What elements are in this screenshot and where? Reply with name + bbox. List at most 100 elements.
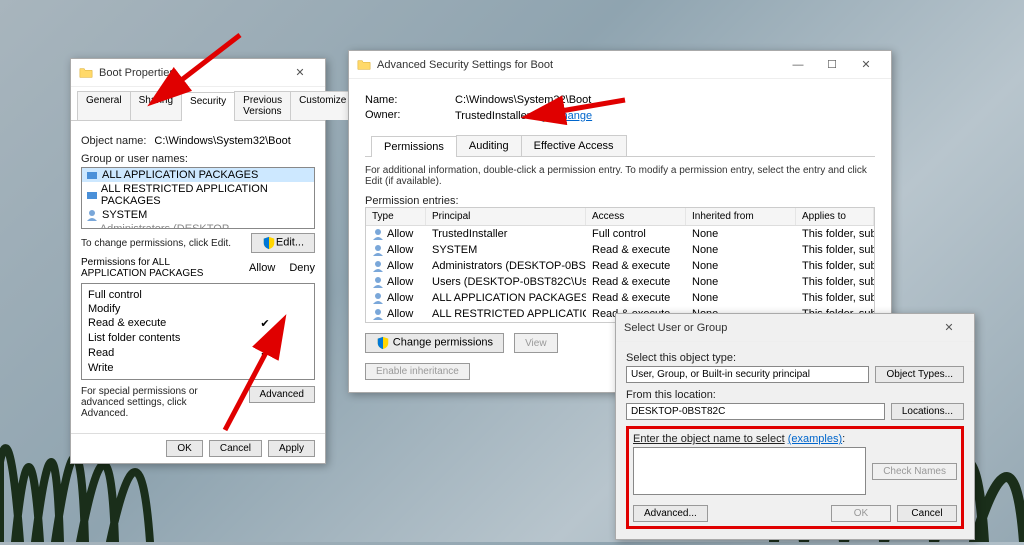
name-value: C:\Windows\System32\Boot <box>455 94 875 106</box>
enable-inheritance-button[interactable]: Enable inheritance <box>365 363 470 380</box>
change-link[interactable]: Change <box>554 110 593 122</box>
perm-name: Read & execute <box>86 316 250 331</box>
object-type-label: Select this object type: <box>626 352 964 364</box>
perm-header-label: Permissions for ALL APPLICATION PACKAGES <box>81 257 221 279</box>
allow-check: ✔ <box>250 331 280 346</box>
tab-security[interactable]: Security <box>181 92 235 121</box>
package-icon <box>86 169 98 181</box>
locations-button[interactable]: Locations... <box>891 403 964 420</box>
shield-icon <box>376 336 390 350</box>
shield-icon <box>537 109 551 123</box>
deny-check <box>280 302 310 316</box>
minimize-icon[interactable]: — <box>781 54 815 76</box>
table-row[interactable]: AllowALL APPLICATION PACKAGESRead & exec… <box>366 290 874 306</box>
advanced-button[interactable]: Advanced... <box>633 505 708 522</box>
deny-check <box>280 361 310 375</box>
deny-check <box>280 346 310 361</box>
object-name-input[interactable] <box>633 447 866 495</box>
person-icon <box>86 209 98 221</box>
permission-entries-table[interactable]: Type Principal Access Inherited from App… <box>365 207 875 323</box>
cancel-button[interactable]: Cancel <box>897 505 957 522</box>
object-types-button[interactable]: Object Types... <box>875 366 964 383</box>
table-row[interactable]: AllowUsers (DESKTOP-0BST82C\Use...Read &… <box>366 274 874 290</box>
allow-check: ✔ <box>250 346 280 361</box>
person-icon <box>372 244 384 256</box>
titlebar[interactable]: Select User or Group ✕ <box>616 314 974 342</box>
examples-link[interactable]: (examples) <box>788 433 842 445</box>
name-label: Name: <box>365 94 455 106</box>
object-name-value: C:\Windows\System32\Boot <box>154 135 290 147</box>
person-icon <box>372 292 384 304</box>
allow-check <box>250 361 280 375</box>
highlighted-area: Enter the object name to select (example… <box>626 426 964 529</box>
allow-check <box>250 288 280 302</box>
group-listbox[interactable]: ALL APPLICATION PACKAGES ALL RESTRICTED … <box>81 167 315 229</box>
object-name-label: Enter the object name to select <box>633 433 785 445</box>
col-type[interactable]: Type <box>366 208 426 225</box>
perm-name: Modify <box>86 302 250 316</box>
change-permissions-button[interactable]: Change permissions <box>365 333 504 353</box>
window-title: Advanced Security Settings for Boot <box>377 59 781 71</box>
col-access[interactable]: Access <box>586 208 686 225</box>
table-row[interactable]: AllowTrustedInstallerFull controlNoneThi… <box>366 226 874 242</box>
select-user-group-window: Select User or Group ✕ Select this objec… <box>615 313 975 540</box>
perm-name: Write <box>86 361 250 375</box>
entries-label: Permission entries: <box>365 195 875 207</box>
tab-permissions[interactable]: Permissions <box>371 136 457 157</box>
tab-general[interactable]: General <box>77 91 131 120</box>
close-icon[interactable]: ✕ <box>283 62 317 84</box>
apply-button[interactable]: Apply <box>268 440 315 457</box>
advanced-hint: For special permissions or advanced sett… <box>81 386 231 419</box>
perm-name: Full control <box>86 288 250 302</box>
close-icon[interactable]: ✕ <box>932 317 966 339</box>
maximize-icon[interactable]: ☐ <box>815 54 849 76</box>
list-item: ALL APPLICATION PACKAGES <box>82 168 314 182</box>
location-label: From this location: <box>626 389 964 401</box>
perm-name: List folder contents <box>86 331 250 346</box>
owner-value: TrustedInstaller Change <box>455 109 875 123</box>
person-icon <box>372 308 384 320</box>
tab-auditing[interactable]: Auditing <box>456 135 522 156</box>
window-title: Boot Properties <box>99 67 283 79</box>
tab-previous-versions[interactable]: Previous Versions <box>234 91 291 120</box>
check-names-button[interactable]: Check Names <box>872 463 957 480</box>
perm-name: Read <box>86 346 250 361</box>
col-applies[interactable]: Applies to <box>796 208 874 225</box>
tab-sharing[interactable]: Sharing <box>130 91 182 120</box>
close-icon[interactable]: ✕ <box>849 54 883 76</box>
deny-check <box>280 316 310 331</box>
person-icon <box>372 260 384 272</box>
hint-text: For additional information, double-click… <box>365 165 875 187</box>
folder-icon <box>79 66 93 80</box>
cancel-button[interactable]: Cancel <box>209 440 262 457</box>
view-button[interactable]: View <box>514 333 558 353</box>
list-item: Administrators (DESKTOP-0BST82C\Administ… <box>82 222 314 229</box>
col-principal[interactable]: Principal <box>426 208 586 225</box>
ok-button[interactable]: OK <box>166 440 202 457</box>
table-row[interactable]: AllowAdministrators (DESKTOP-0BS...Read … <box>366 258 874 274</box>
group-label: Group or user names: <box>81 153 315 165</box>
list-item: SYSTEM <box>82 208 314 222</box>
allow-check: ✔ <box>250 316 280 331</box>
location-field <box>626 403 885 420</box>
change-hint: To change permissions, click Edit. <box>81 238 231 249</box>
person-icon <box>372 228 384 240</box>
edit-button[interactable]: Edit... <box>251 233 315 253</box>
object-name-label: Object name: <box>81 135 146 147</box>
owner-label: Owner: <box>365 109 455 123</box>
titlebar[interactable]: Advanced Security Settings for Boot — ☐ … <box>349 51 891 79</box>
table-row[interactable]: AllowSYSTEMRead & executeNoneThis folder… <box>366 242 874 258</box>
boot-properties-window: Boot Properties ✕ General Sharing Securi… <box>70 58 326 464</box>
folder-icon <box>357 58 371 72</box>
allow-check <box>250 302 280 316</box>
titlebar[interactable]: Boot Properties ✕ <box>71 59 325 87</box>
col-inherited[interactable]: Inherited from <box>686 208 796 225</box>
deny-check <box>280 288 310 302</box>
ok-button[interactable]: OK <box>831 505 891 522</box>
advanced-button[interactable]: Advanced <box>249 386 315 403</box>
permissions-box: Full controlModifyRead & execute✔List fo… <box>81 283 315 380</box>
tab-customize[interactable]: Customize <box>290 91 355 120</box>
tabs: General Sharing Security Previous Versio… <box>71 87 325 121</box>
tab-effective-access[interactable]: Effective Access <box>521 135 627 156</box>
list-item: ALL RESTRICTED APPLICATION PACKAGES <box>82 182 314 208</box>
